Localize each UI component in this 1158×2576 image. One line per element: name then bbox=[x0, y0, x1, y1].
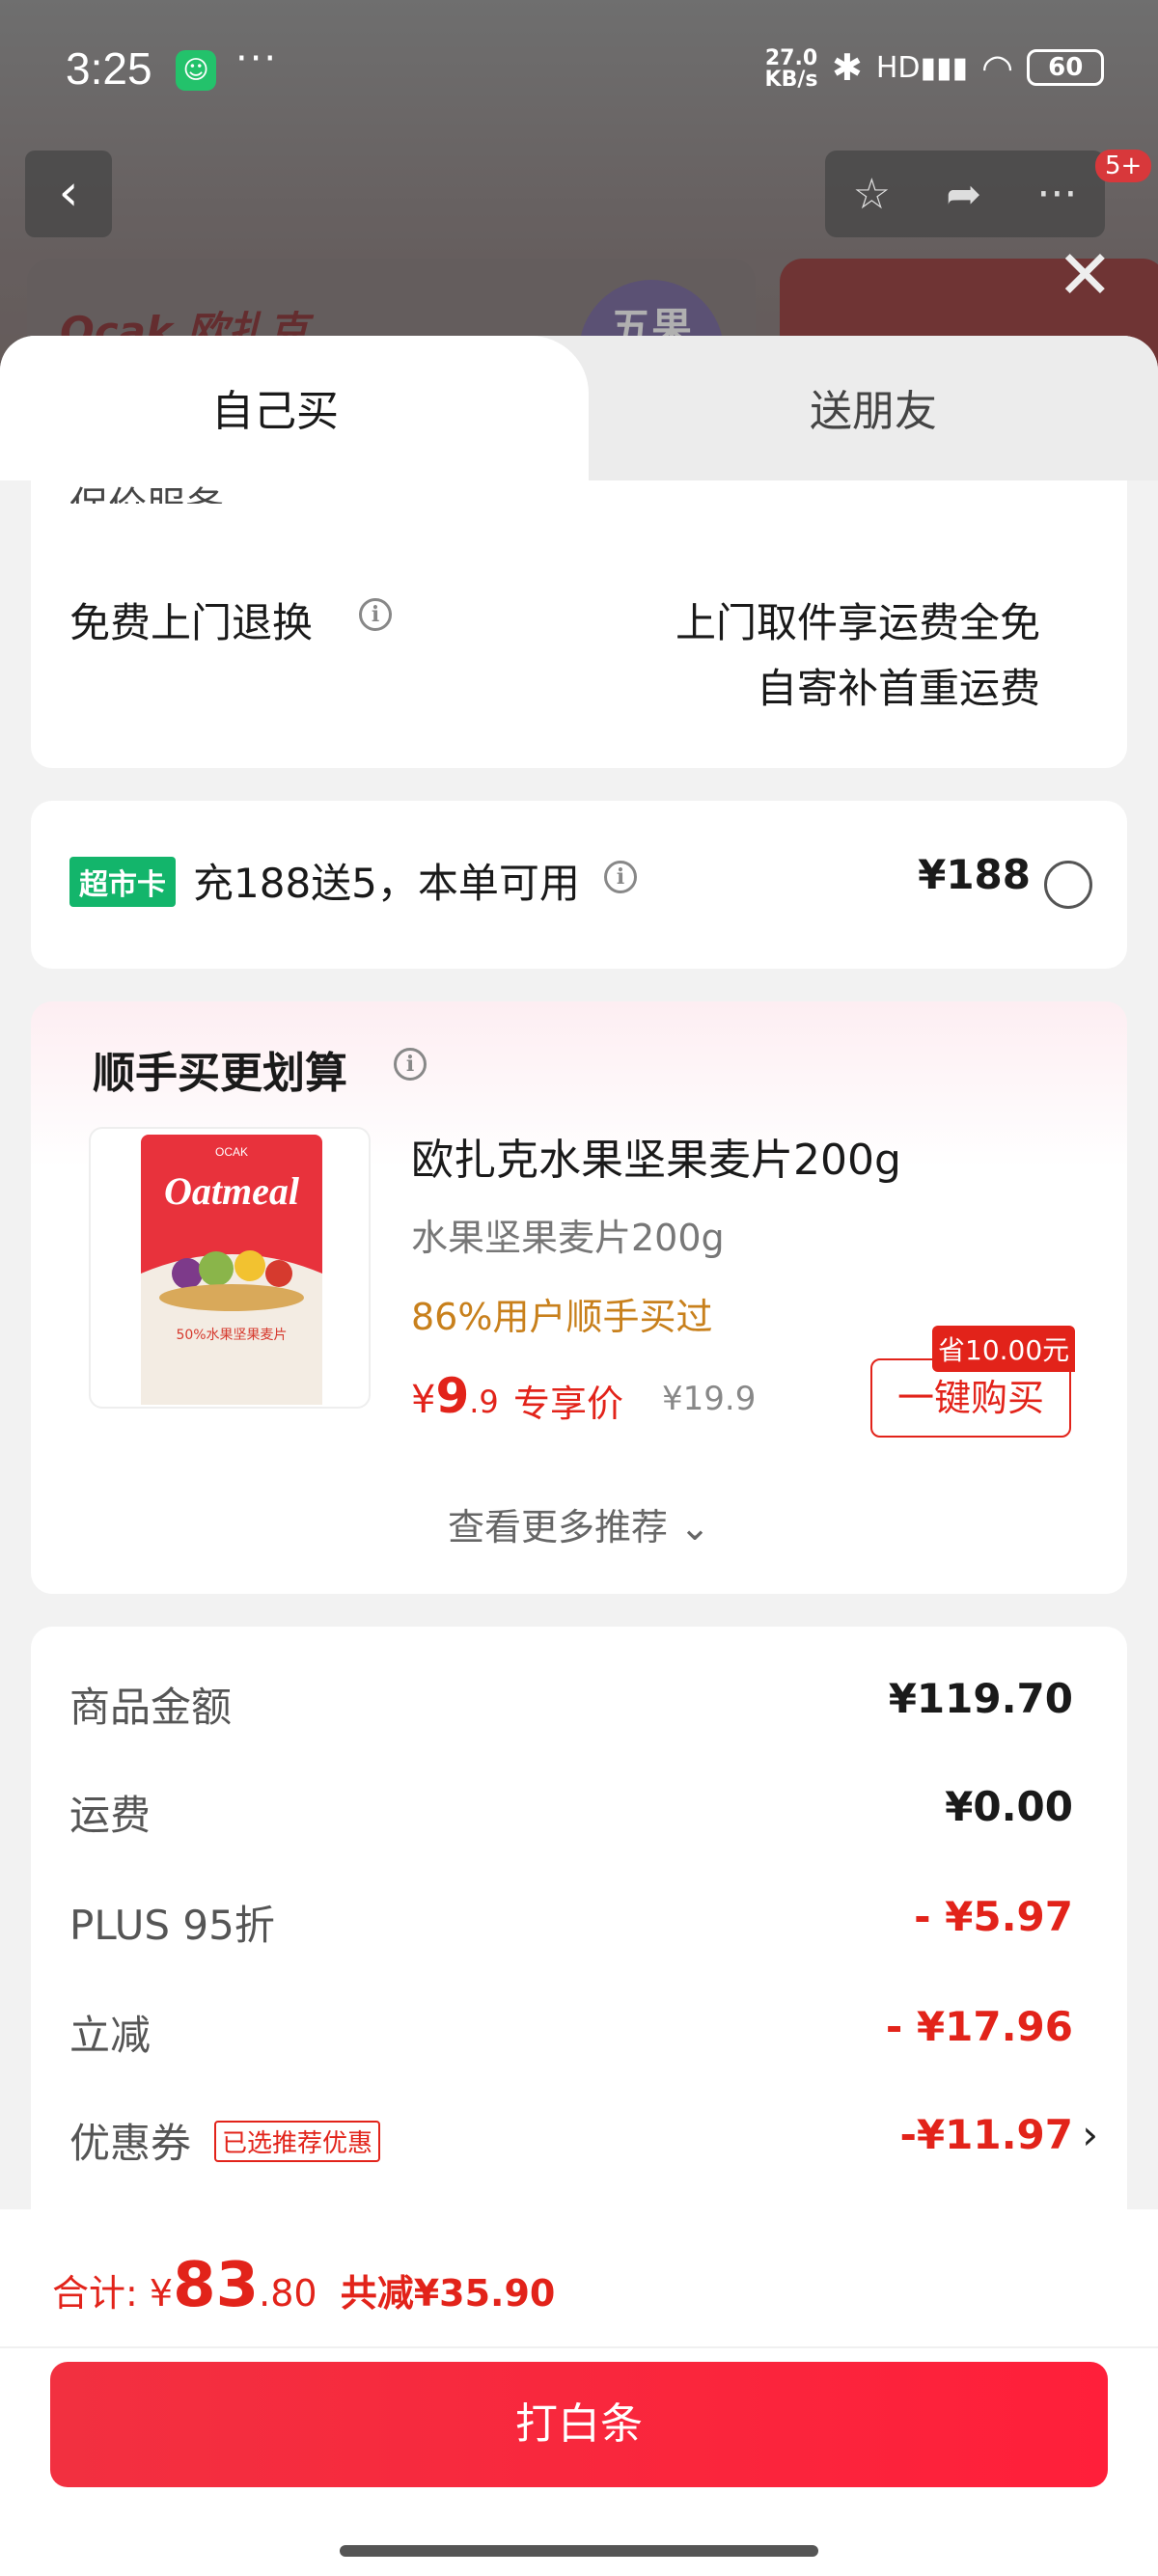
package-title: Oatmeal bbox=[164, 1169, 300, 1213]
exclusive-price-label: 专享价 bbox=[513, 1383, 624, 1425]
fee-label: 商品金额 bbox=[69, 1684, 233, 1731]
signal-icon: HD▮▮▮ bbox=[875, 50, 969, 85]
fee-label: 运费 bbox=[69, 1792, 152, 1839]
market-card-radio[interactable] bbox=[1044, 861, 1092, 909]
market-card-row[interactable]: 超市卡 充188送5，本单可用 i ¥188 bbox=[31, 801, 1127, 969]
coupon-row[interactable]: 优惠券 已选推荐优惠 -¥11.97 › bbox=[69, 2111, 1098, 2169]
close-icon[interactable]: ✕ bbox=[1057, 241, 1114, 309]
fee-row: 运费 ¥0.00 bbox=[69, 1783, 1073, 1841]
fee-row: PLUS 95折 - ¥5.97 bbox=[69, 1893, 1073, 1951]
product-spec: 水果坚果麦片200g bbox=[411, 1217, 725, 1259]
package-brand: OCAK bbox=[215, 1145, 248, 1159]
fee-row: 立减 - ¥17.96 bbox=[69, 2003, 1073, 2061]
market-card-promo: 充188送5，本单可用 bbox=[193, 860, 580, 907]
coupon-tag: 已选推荐优惠 bbox=[214, 2121, 381, 2162]
bottom-bar: 合计: ¥83.80 共减¥35.90 打白条 bbox=[0, 2209, 1158, 2576]
nav-actions: ☆ ➦ ··· bbox=[825, 151, 1105, 237]
save-badge: 省10.00元 bbox=[932, 1326, 1076, 1372]
market-card-tag: 超市卡 bbox=[69, 857, 176, 907]
purchase-tabs: 自己买 送朋友 bbox=[0, 336, 1158, 480]
total-amount: 合计: ¥83.80 共减¥35.90 bbox=[52, 2250, 556, 2321]
fee-row: 商品金额 ¥119.70 bbox=[69, 1675, 1073, 1733]
package-line: 50%水果坚果麦片 bbox=[176, 1328, 287, 1343]
product-price: ¥9.9 bbox=[411, 1368, 499, 1424]
info-icon[interactable]: i bbox=[394, 1048, 427, 1081]
tab-self[interactable]: 自己买 bbox=[0, 376, 550, 438]
status-icons: ✱ HD▮▮▮ ◠ 60 bbox=[832, 46, 1105, 89]
return-service-desc: 上门取件享运费全免 bbox=[675, 599, 1040, 646]
recommend-card: 顺手买更划算 i OCAK Oatmeal 50%水果坚果麦片 欧扎克水果坚果麦… bbox=[31, 1001, 1127, 1594]
return-service-card: 保价服务 免费上门退换 i 上门取件享运费全免 自寄补首重运费 bbox=[31, 480, 1127, 768]
bluetooth-icon: ✱ bbox=[832, 46, 863, 89]
battery-icon: 60 bbox=[1027, 49, 1105, 86]
app-notification-icon: ☺ bbox=[176, 50, 216, 91]
fee-value: ¥0.00 bbox=[945, 1783, 1073, 1830]
star-icon[interactable]: ☆ bbox=[853, 170, 891, 219]
fee-label: 优惠券 bbox=[69, 2120, 192, 2167]
product-stat: 86%用户顺手买过 bbox=[411, 1296, 713, 1338]
back-button[interactable]: ‹ bbox=[25, 151, 112, 237]
status-bar: 3:25 ☺ ··· 27.0 KB/s ✱ HD▮▮▮ ◠ 60 bbox=[0, 0, 1158, 140]
fee-value: - ¥5.97 bbox=[914, 1893, 1073, 1940]
more-recommend-link[interactable]: 查看更多推荐 ⌄ bbox=[31, 1497, 1127, 1550]
product-name[interactable]: 欧扎克水果坚果麦片200g bbox=[411, 1125, 901, 1187]
home-indicator[interactable] bbox=[340, 2545, 818, 2557]
fee-value: - ¥17.96 bbox=[885, 2003, 1073, 2050]
original-price: ¥19.9 bbox=[662, 1380, 757, 1418]
return-service-desc: 自寄补首重运费 bbox=[756, 665, 1040, 712]
fee-label: PLUS 95折 bbox=[69, 1902, 275, 1949]
status-time: 3:25 bbox=[66, 43, 152, 94]
recommend-title: 顺手买更划算 bbox=[93, 1049, 347, 1098]
fee-value: -¥11.97 bbox=[899, 2111, 1073, 2158]
share-icon[interactable]: ➦ bbox=[946, 170, 981, 219]
total-reduce: 共减¥35.90 bbox=[340, 2272, 556, 2315]
more-notifications-icon: ··· bbox=[235, 37, 279, 81]
fee-card: 商品金额 ¥119.70 运费 ¥0.00 PLUS 95折 - ¥5.97 立… bbox=[31, 1627, 1127, 2244]
fee-label: 立减 bbox=[69, 2012, 152, 2059]
info-icon[interactable]: i bbox=[359, 598, 392, 631]
info-icon[interactable]: i bbox=[604, 861, 637, 893]
return-service-label: 免费上门退换 bbox=[69, 599, 314, 646]
pay-button[interactable]: 打白条 bbox=[50, 2362, 1108, 2487]
product-image[interactable]: OCAK Oatmeal 50%水果坚果麦片 bbox=[89, 1127, 371, 1409]
message-badge: 5+ bbox=[1095, 150, 1152, 182]
tab-friend[interactable]: 送朋友 bbox=[589, 376, 1158, 438]
divider bbox=[0, 2346, 1158, 2348]
fee-value: ¥119.70 bbox=[888, 1675, 1073, 1722]
wifi-icon: ◠ bbox=[981, 46, 1014, 89]
chevron-right-icon: › bbox=[1082, 2111, 1098, 2158]
market-card-price: ¥188 bbox=[918, 851, 1031, 898]
network-speed: 27.0 KB/s bbox=[764, 46, 818, 92]
partial-row: 保价服务 bbox=[69, 475, 224, 504]
more-icon[interactable]: ··· bbox=[1036, 170, 1077, 219]
